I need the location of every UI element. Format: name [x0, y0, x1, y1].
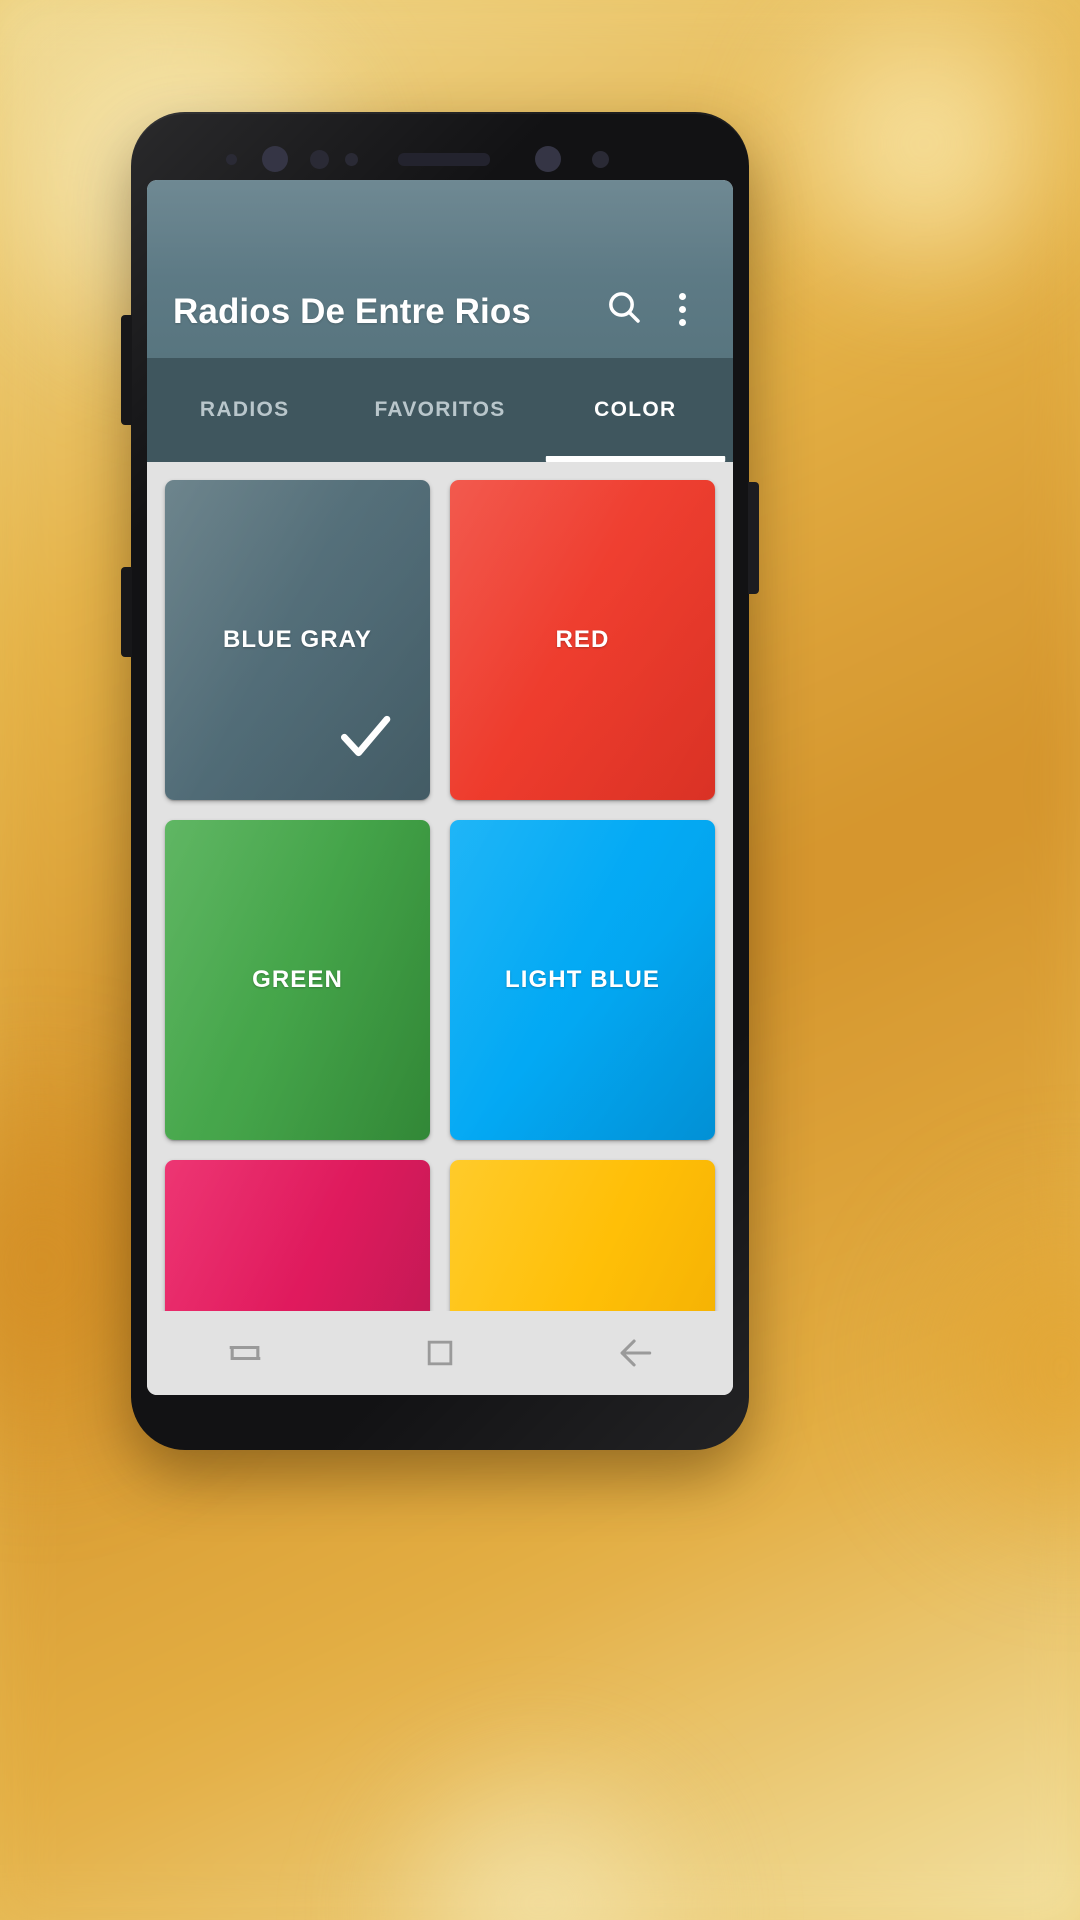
- color-card-amber[interactable]: [450, 1160, 715, 1311]
- phone-device-frame: Radios De Entre Rios RADIOS FAVORITOS CO…: [121, 112, 759, 1450]
- tab-radios[interactable]: RADIOS: [147, 398, 342, 422]
- sensor-dot: [226, 154, 237, 165]
- color-grid: BLUE GRAY RED GREEN LIGHT BLUE: [165, 480, 715, 1311]
- home-square-icon: [420, 1333, 460, 1373]
- search-icon: [604, 287, 644, 332]
- power-button[interactable]: [748, 482, 759, 594]
- search-button[interactable]: [595, 280, 653, 338]
- page-title: Radios De Entre Rios: [173, 292, 531, 331]
- volume-up-button[interactable]: [121, 315, 132, 425]
- recents-button[interactable]: [197, 1321, 293, 1385]
- color-tab-content: BLUE GRAY RED GREEN LIGHT BLUE: [147, 462, 733, 1311]
- proximity-sensor: [310, 150, 329, 169]
- color-card-label: RED: [555, 626, 610, 653]
- home-button[interactable]: [392, 1321, 488, 1385]
- color-card-label: BLUE GRAY: [222, 626, 373, 653]
- system-navigation-bar: [147, 1311, 733, 1395]
- recents-icon: [223, 1331, 267, 1375]
- back-button[interactable]: [587, 1321, 683, 1385]
- iris-scanner: [535, 146, 561, 172]
- color-card-light-blue[interactable]: LIGHT BLUE: [450, 820, 715, 1140]
- earpiece-speaker: [398, 153, 490, 166]
- color-card-red[interactable]: RED: [450, 480, 715, 800]
- card-sheen: [165, 1160, 430, 1311]
- color-card-green[interactable]: GREEN: [165, 820, 430, 1140]
- led-indicator: [592, 151, 609, 168]
- volume-down-button[interactable]: [121, 567, 132, 657]
- back-arrow-icon: [613, 1331, 657, 1375]
- color-card-blue-gray[interactable]: BLUE GRAY: [165, 480, 430, 800]
- light-sensor: [345, 153, 358, 166]
- overflow-menu-icon: [678, 292, 686, 326]
- tab-favoritos[interactable]: FAVORITOS: [342, 398, 537, 422]
- overflow-menu-button[interactable]: [653, 280, 711, 338]
- card-sheen: [450, 1160, 715, 1311]
- color-card-pink[interactable]: [165, 1160, 430, 1311]
- tab-color[interactable]: COLOR: [538, 398, 733, 422]
- front-camera: [262, 146, 288, 172]
- phone-screen: Radios De Entre Rios RADIOS FAVORITOS CO…: [147, 180, 733, 1395]
- tab-active-indicator: [545, 456, 726, 462]
- tab-bar: RADIOS FAVORITOS COLOR: [147, 358, 733, 462]
- color-card-label: GREEN: [252, 966, 343, 993]
- app-bar: Radios De Entre Rios: [147, 180, 733, 358]
- front-sensor-strip: [131, 140, 749, 176]
- check-icon: [334, 705, 396, 772]
- color-card-label: LIGHT BLUE: [505, 966, 660, 993]
